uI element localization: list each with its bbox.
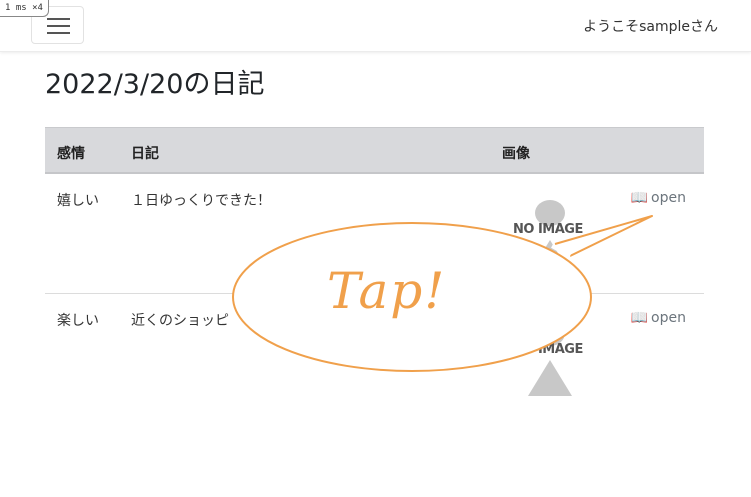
hamburger-icon-bar	[47, 32, 70, 34]
welcome-text: ようこそsampleさん	[583, 19, 718, 35]
no-image-placeholder: NO IMAGE	[511, 316, 589, 398]
no-image-label: NO IMAGE	[513, 222, 583, 237]
navbar: 1 ms ×4 ようこそsampleさん	[0, 0, 751, 52]
open-label: open	[651, 190, 686, 206]
no-image-label: NO IMAGE	[513, 342, 583, 357]
no-image-placeholder: NO IMAGE	[511, 196, 589, 278]
debug-badge: 1 ms ×4	[0, 0, 49, 17]
header-image: 画像	[502, 146, 530, 162]
person-body-shape	[528, 360, 572, 396]
open-link[interactable]: 📖 open	[631, 190, 686, 206]
diary-cell: 近くのショッピ	[131, 313, 229, 329]
diary-cell: １日ゆっくりできた！	[131, 193, 271, 209]
emotion-cell: 嬉しい	[57, 193, 99, 209]
open-label: open	[651, 310, 686, 326]
header-diary: 日記	[131, 146, 159, 162]
header-emotion: 感情	[57, 146, 85, 162]
open-link[interactable]: 📖 open	[631, 310, 686, 326]
emotion-cell: 楽しい	[57, 313, 99, 329]
book-icon: 📖	[630, 310, 649, 326]
book-icon: 📖	[630, 190, 649, 206]
hamburger-icon	[47, 18, 70, 20]
page-title: 2022/3/20の日記	[45, 69, 265, 100]
table-header: 感情 日記 画像	[45, 127, 704, 174]
hamburger-icon-bar	[47, 25, 70, 27]
tap-callout-text: Tap!	[327, 262, 447, 320]
person-body-shape	[528, 240, 572, 276]
